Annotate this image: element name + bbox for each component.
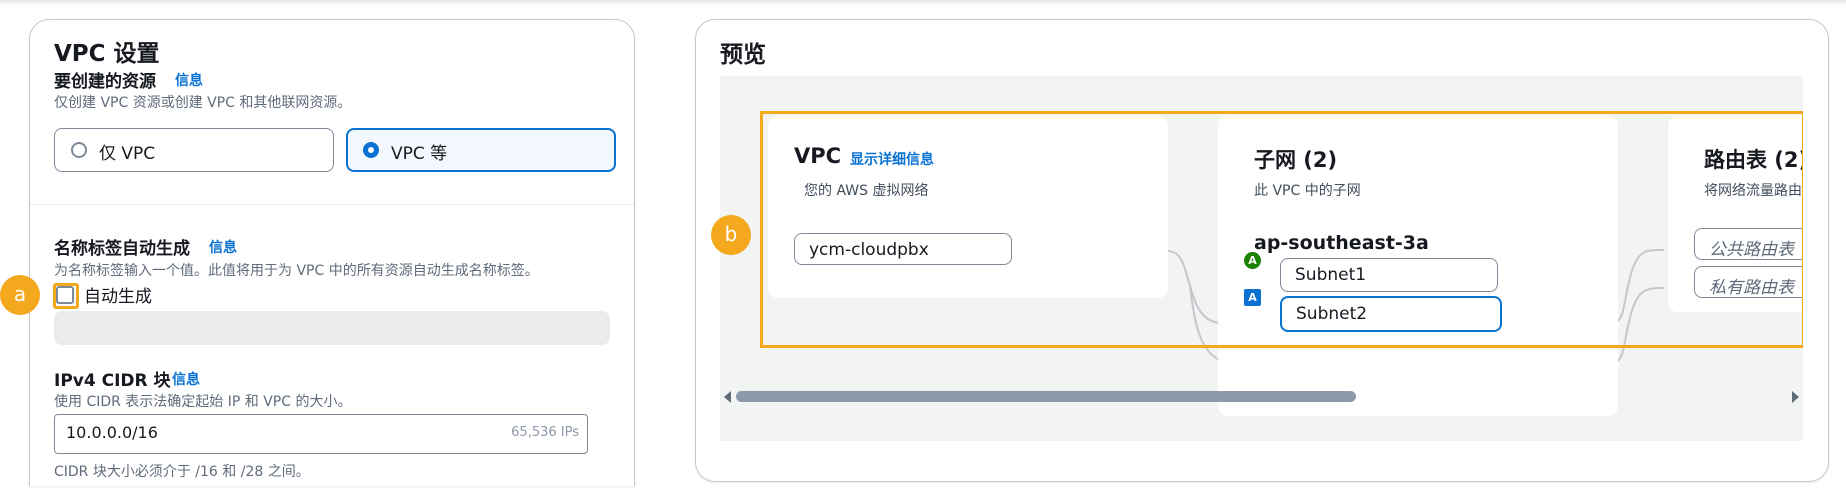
ipv4-cidr-input[interactable]: 10.0.0.0/16 65,536 IPs — [54, 414, 588, 454]
ipv4-ip-count: 65,536 IPs — [511, 425, 579, 440]
resources-description: 仅创建 VPC 资源或创建 VPC 和其他联网资源。 — [54, 95, 352, 111]
vpc-settings-title: VPC 设置 — [54, 41, 160, 67]
radio-label: 仅 VPC — [99, 144, 156, 164]
name-tag-label: 名称标签自动生成 — [54, 239, 190, 259]
radio-label: VPC 等 — [391, 144, 448, 164]
auto-generate-checkbox[interactable] — [56, 286, 74, 304]
ipv4-description: 使用 CIDR 表示法确定起始 IP 和 VPC 的大小。 — [54, 394, 352, 410]
horizontal-scrollbar[interactable] — [696, 383, 1828, 403]
highlight-box — [760, 111, 1803, 348]
annotation-marker-b: b — [711, 215, 751, 255]
auto-generate-label: 自动生成 — [84, 287, 152, 307]
name-tag-description: 为名称标签输入一个值。此值将用于为 VPC 中的所有资源自动生成名称标签。 — [54, 263, 539, 279]
scrollbar-thumb[interactable] — [736, 391, 1356, 402]
scroll-right-arrow-icon[interactable] — [1792, 391, 1799, 403]
name-tag-input[interactable] — [54, 311, 610, 345]
vpc-settings-panel: VPC 设置 要创建的资源 信息 仅创建 VPC 资源或创建 VPC 和其他联网… — [29, 19, 635, 486]
ipv4-cidr-label: IPv4 CIDR 块 — [54, 371, 171, 391]
radio-vpc-and-more[interactable]: VPC 等 — [346, 128, 616, 172]
ipv4-cidr-value: 10.0.0.0/16 — [66, 423, 158, 442]
top-edge — [0, 0, 1846, 6]
name-tag-info-link[interactable]: 信息 — [209, 237, 237, 257]
ipv4-constraint: CIDR 块大小必须介于 /16 和 /28 之间。 — [54, 464, 310, 480]
ipv4-info-link[interactable]: 信息 — [172, 369, 200, 389]
annotation-marker-a: a — [0, 275, 40, 315]
resources-label: 要创建的资源 — [54, 72, 156, 92]
scroll-left-arrow-icon[interactable] — [724, 391, 731, 403]
preview-panel: 预览 VPC 显示详细信息 您的 AWS 虚拟网络 ycm-cloudpbx 子… — [695, 19, 1829, 482]
radio-circle-selected — [363, 142, 379, 158]
section-divider — [30, 204, 634, 205]
radio-circle — [71, 142, 87, 158]
preview-title: 预览 — [720, 42, 766, 68]
radio-vpc-only[interactable]: 仅 VPC — [54, 128, 334, 172]
resources-info-link[interactable]: 信息 — [175, 70, 203, 90]
